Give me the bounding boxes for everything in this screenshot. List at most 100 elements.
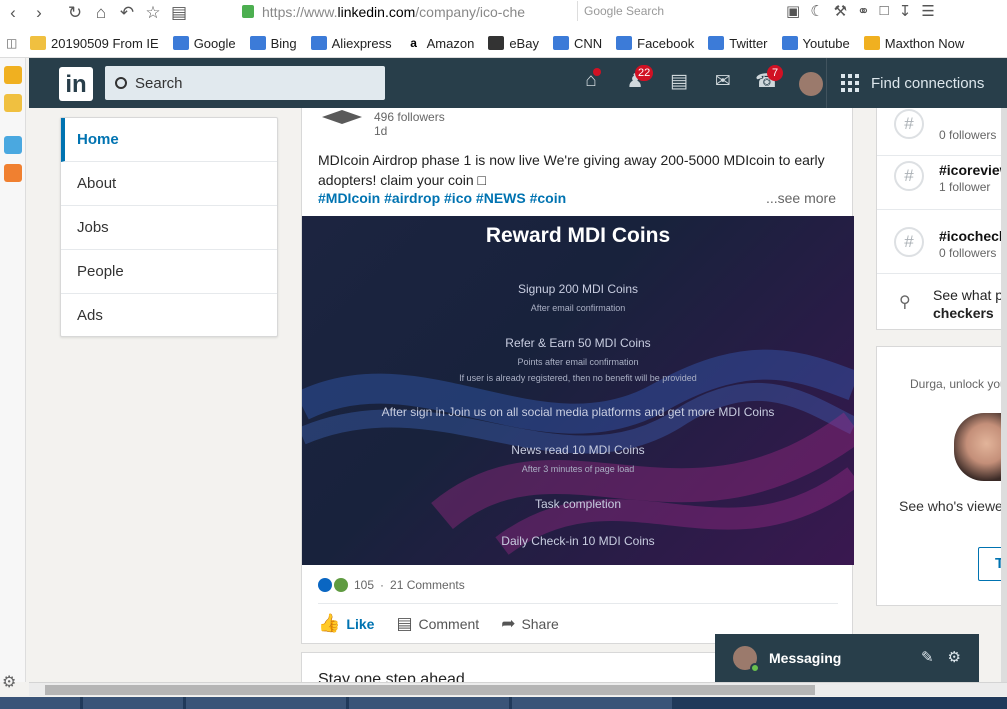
reader-icon[interactable]: ▤	[166, 2, 192, 24]
share-label: Share	[521, 615, 559, 632]
scrollbar-thumb[interactable]	[45, 685, 815, 695]
messaging-settings-icon[interactable]: ⚙	[948, 648, 961, 666]
comment-count[interactable]: 21 Comments	[390, 578, 465, 592]
image-subline: If user is already registered, then no b…	[459, 373, 697, 383]
crop-icon[interactable]: □	[880, 2, 889, 20]
company-nav-home[interactable]: Home	[61, 118, 277, 162]
nav-messaging[interactable]: ✉	[701, 70, 745, 96]
taskbar-item[interactable]	[512, 697, 672, 709]
bookmark-aliexpress[interactable]: Aliexpress	[310, 36, 392, 51]
bookmark-google[interactable]: Google	[172, 36, 236, 51]
messaging-bar[interactable]: Messaging ✎ ⚙	[715, 634, 979, 682]
bookmark-label: Maxthon Now	[884, 35, 965, 51]
company-nav-ads[interactable]: Ads	[61, 294, 277, 338]
nav-home[interactable]: ⌂	[569, 68, 613, 96]
download-icon[interactable]: ↧	[899, 2, 912, 20]
hashtag-icon: #	[894, 161, 924, 191]
browser-search-input[interactable]: Google Search	[577, 1, 773, 21]
divider	[318, 603, 838, 604]
maxthon-icon	[863, 36, 880, 50]
back-icon[interactable]: ‹	[0, 2, 26, 24]
header-nav: ⌂ ♟ 22 ▤ ✉ ☎ 7	[569, 65, 833, 96]
favorites-icon[interactable]	[3, 66, 22, 84]
post-actions: 👍 Like ▤ Comment ➦ Share	[318, 613, 559, 634]
taskbar-item[interactable]	[349, 697, 509, 709]
image-title: Reward MDI Coins	[485, 224, 671, 247]
celebrate-reaction-icon	[334, 578, 348, 592]
search-icon	[115, 77, 127, 89]
home-icon[interactable]: ⌂	[88, 2, 114, 24]
horizontal-scrollbar[interactable]	[29, 682, 1007, 696]
browser-toolbar: ‹ › ↻ ⌂ ↶ ☆ ▤ https://www. linkedin.com/c…	[0, 0, 1007, 26]
reactions-summary[interactable]: 105 · 21 Comments	[318, 578, 465, 592]
messages-icon: ✉	[715, 71, 731, 92]
rss-feed-icon[interactable]	[3, 164, 22, 182]
nav-notifications[interactable]: ☎ 7	[745, 65, 789, 96]
compose-icon[interactable]: ✎	[921, 648, 934, 666]
notifications-badge: 7	[767, 65, 783, 81]
like-button[interactable]: 👍 Like	[318, 613, 374, 634]
bookmark-facebook[interactable]: Facebook	[616, 36, 694, 51]
idea-icon[interactable]	[3, 136, 22, 154]
hashtag-name: #icoreview	[939, 162, 1007, 178]
bookmark-twitter[interactable]: Twitter	[708, 36, 768, 51]
tools-icon[interactable]: ⚒	[834, 2, 847, 20]
ie-icon	[249, 36, 266, 50]
refresh-icon[interactable]: ↻	[62, 2, 88, 24]
linkedin-header: in Search ⌂ ♟ 22 ▤ ✉ ☎ 7 Find connection…	[29, 58, 1007, 108]
hashtag-followers: 0 followers	[939, 128, 997, 142]
feed-post: 496 followers 1d MDIcoin Airdrop phase 1…	[301, 108, 854, 644]
settings-gear-icon[interactable]: ⚙	[2, 672, 16, 692]
rss-icon[interactable]: ⚭	[857, 2, 870, 20]
hashtag-icon: #	[894, 227, 924, 257]
sidebar-toggle-icon[interactable]: ◫	[0, 36, 30, 50]
bookmark-youtube[interactable]: Youtube	[781, 36, 850, 51]
see-what-link[interactable]: See what p checkers	[933, 286, 1003, 322]
image-subline: Points after email confirmation	[517, 357, 639, 367]
taskbar-item[interactable]	[83, 697, 183, 709]
nav-jobs[interactable]: ▤	[657, 70, 701, 96]
online-status-dot	[750, 663, 760, 673]
night-mode-icon[interactable]: ☾	[810, 2, 823, 20]
company-logo[interactable]	[322, 110, 362, 124]
ie-icon	[552, 36, 569, 50]
separator-dot: ·	[380, 578, 385, 592]
screenshot-icon[interactable]: ▣	[786, 2, 800, 20]
forward-icon[interactable]: ›	[26, 2, 52, 24]
company-nav-people[interactable]: People	[61, 250, 277, 294]
menu-icon[interactable]: ☰	[921, 2, 934, 20]
address-bar[interactable]: https://www. linkedin.com/company/ico-che	[242, 1, 572, 22]
bookmark-folder[interactable]: 20190509 From IE	[30, 36, 159, 51]
company-nav-jobs[interactable]: Jobs	[61, 206, 277, 250]
taskbar-item[interactable]	[186, 697, 346, 709]
vertical-scrollbar[interactable]	[1001, 108, 1007, 682]
taskbar-item[interactable]	[0, 697, 80, 709]
search-input[interactable]: Search	[105, 66, 385, 100]
bookmark-maxthon[interactable]: Maxthon Now	[863, 35, 965, 51]
company-nav-about[interactable]: About	[61, 162, 277, 206]
image-line: News read 10 MDI Coins	[511, 443, 645, 457]
ad-unlock-text: Durga, unlock you	[910, 377, 1007, 391]
ad-see-who-text: See who's viewe	[899, 498, 1003, 514]
linkedin-logo[interactable]: in	[59, 67, 93, 101]
bookmark-label: eBay	[509, 35, 539, 51]
hashtag-item[interactable]: # #icoreview 1 follower	[877, 144, 1007, 210]
hashtag-item[interactable]: # #icochecke 0 followers	[877, 210, 1007, 274]
post-image[interactable]: Reward MDI Coins Signup 200 MDI Coins Af…	[302, 216, 854, 565]
post-hashtags[interactable]: #MDIcoin #airdrop #ico #NEWS #coin	[318, 190, 566, 206]
bookmark-label: Bing	[270, 35, 297, 51]
share-button[interactable]: ➦ Share	[501, 613, 559, 634]
comment-button[interactable]: ▤ Comment	[396, 613, 479, 634]
bookmark-cnn[interactable]: CNN	[552, 36, 602, 51]
nav-my-network[interactable]: ♟ 22	[613, 65, 657, 96]
favorite-star-icon[interactable]: ☆	[140, 2, 166, 24]
undo-icon[interactable]: ↶	[114, 2, 140, 24]
notes-icon[interactable]	[3, 94, 22, 112]
see-more-link[interactable]: ...see more	[766, 190, 836, 206]
bookmark-ebay[interactable]: eBay	[488, 36, 539, 51]
bookmark-bing[interactable]: Bing	[249, 35, 297, 51]
hashtag-icon: #	[894, 109, 924, 139]
post-text: MDIcoin Airdrop phase 1 is now live We'r…	[318, 152, 825, 188]
bookmark-amazon[interactable]: a Amazon	[405, 36, 474, 51]
os-taskbar	[0, 697, 1007, 709]
